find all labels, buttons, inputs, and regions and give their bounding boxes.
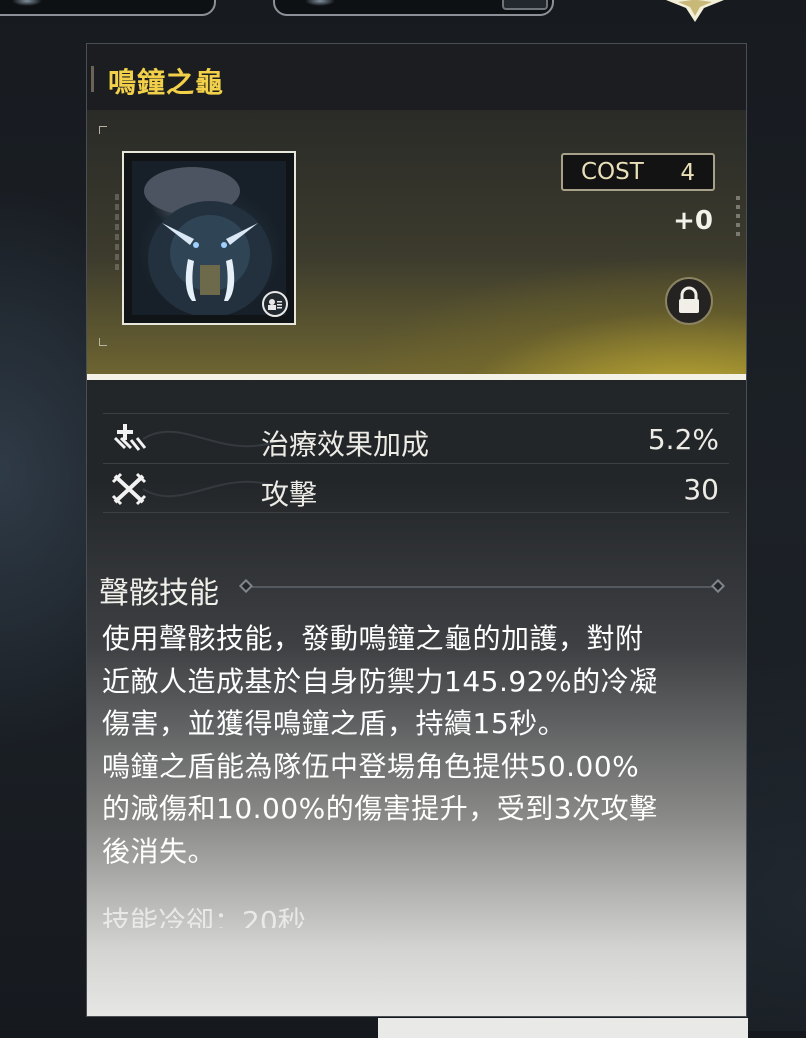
currency-pill-left[interactable] — [0, 0, 216, 16]
bottom-tab[interactable] — [378, 1018, 748, 1038]
skill-line: 的減傷和10.00%的傷害提升，受到3次攻擊 — [102, 788, 734, 831]
skill-line: 鳴鐘之盾能為隊伍中登場角色提供50.00% — [102, 746, 734, 789]
corner-mark — [99, 126, 107, 134]
gem-icon — [305, 0, 335, 6]
star-icon — [664, 0, 726, 22]
skill-heading: 聲骸技能 — [99, 568, 219, 612]
stat-value: 5.2% — [648, 423, 719, 456]
echo-portrait-image — [132, 161, 286, 315]
cost-label: COST — [581, 159, 644, 185]
attack-icon — [111, 472, 147, 506]
currency-icon — [12, 0, 42, 6]
currency-pill-right[interactable] — [273, 0, 554, 16]
add-currency-button[interactable] — [502, 0, 548, 10]
skill-line: 後消失。 — [102, 831, 734, 874]
stat-list: 治療效果加成 5.2% 攻擊 30 — [103, 413, 729, 513]
scroll-indicator — [736, 196, 740, 236]
stat-row: 治療效果加成 5.2% — [103, 413, 729, 463]
divider-diamond — [711, 579, 725, 593]
cost-badge: COST 4 — [561, 153, 715, 191]
title-accent — [91, 66, 94, 92]
skill-line: 使用聲骸技能，發動鳴鐘之龜的加護，對附 — [102, 618, 734, 661]
banner-divider — [87, 374, 746, 380]
stat-label: 攻擊 — [261, 473, 317, 513]
decorative-script — [115, 194, 119, 274]
title-bar: 鳴鐘之龜 — [87, 44, 746, 110]
echo-detail-panel: 鳴鐘之龜 — [86, 43, 747, 1017]
skill-cooldown: 技能冷卻：20秒 — [102, 900, 306, 928]
corner-mark — [99, 338, 107, 346]
stat-value: 30 — [683, 473, 719, 506]
lock-icon — [667, 279, 711, 323]
echo-portrait[interactable] — [122, 151, 296, 325]
stat-row: 攻擊 30 — [103, 463, 729, 513]
echo-title: 鳴鐘之龜 — [108, 61, 224, 101]
section-divider — [245, 586, 719, 588]
skill-description: 使用聲骸技能，發動鳴鐘之龜的加護，對附 近敵人造成基於自身防禦力145.92%的… — [102, 618, 734, 873]
lock-button[interactable] — [665, 277, 713, 325]
upgrade-level: +0 — [673, 206, 713, 236]
cost-value: 4 — [680, 160, 695, 186]
skill-line: 近敵人造成基於自身防禦力145.92%的冷凝 — [102, 661, 734, 704]
stat-label: 治療效果加成 — [261, 423, 429, 463]
skill-line: 傷害，並獲得鳴鐘之盾，持續15秒。 — [102, 703, 734, 746]
echo-type-icon — [262, 291, 288, 317]
turtle-monster-art — [132, 161, 286, 315]
healing-bonus-icon — [111, 422, 147, 456]
divider-diamond — [239, 579, 253, 593]
